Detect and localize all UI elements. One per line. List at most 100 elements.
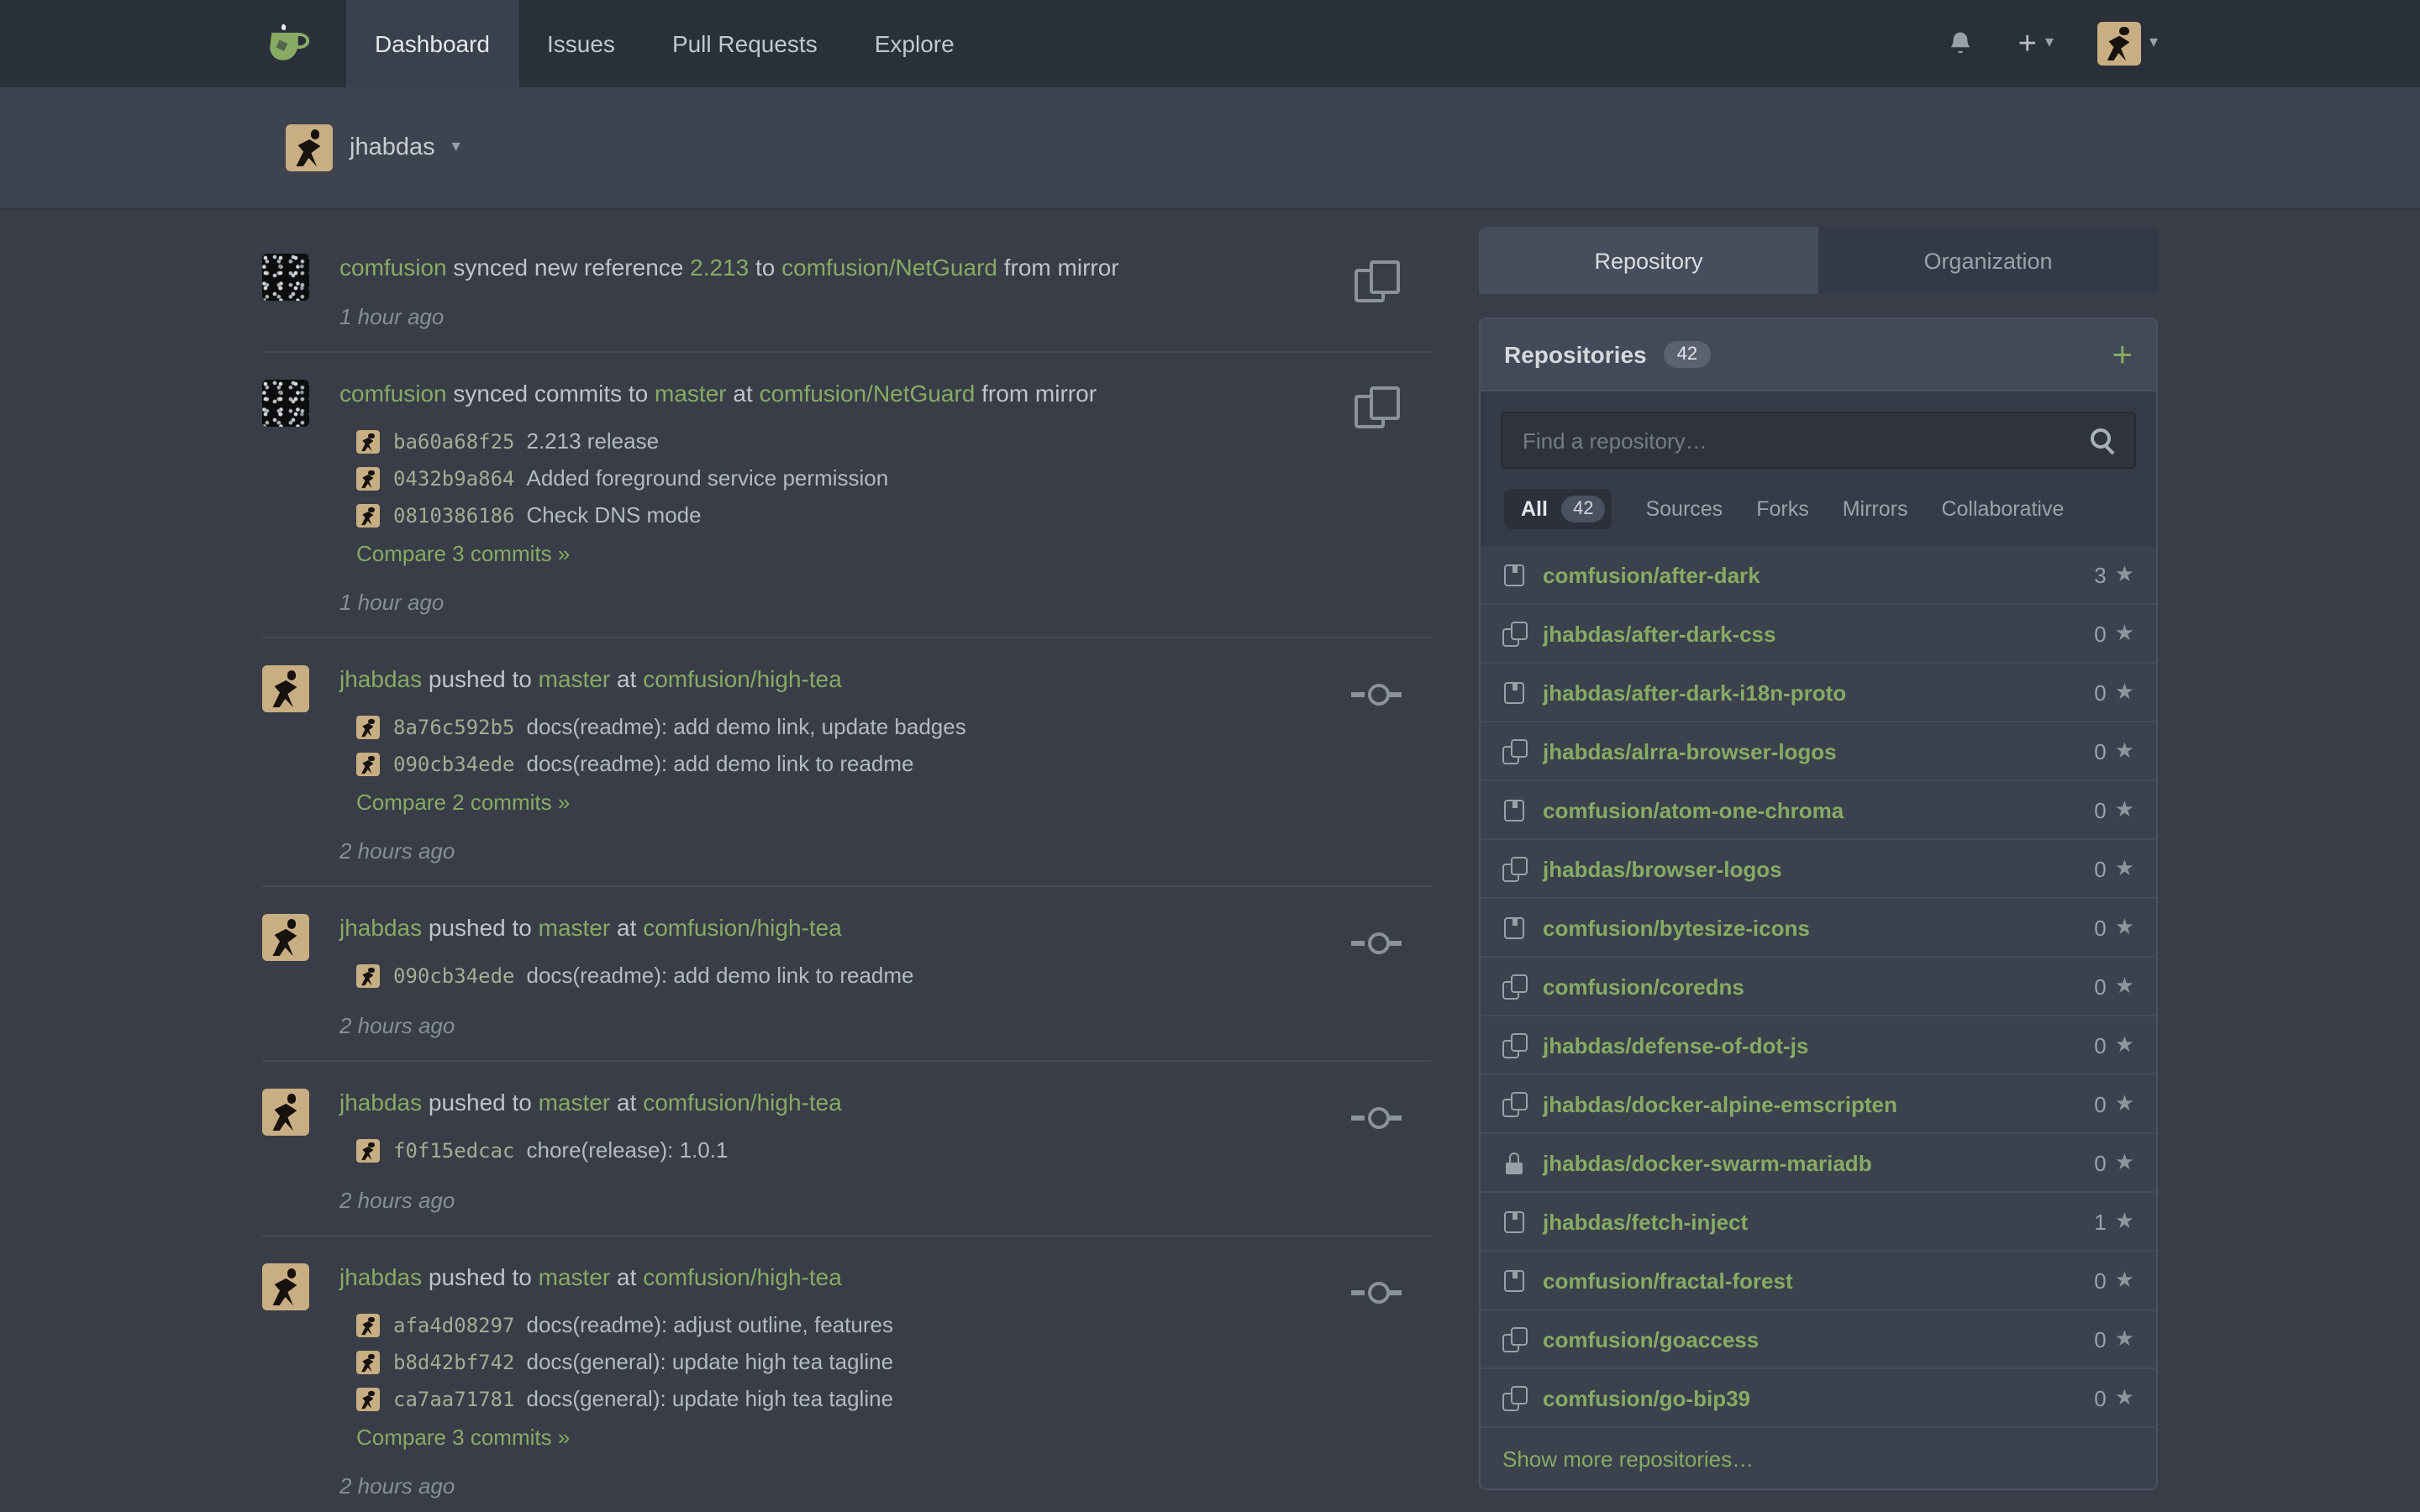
actor-link[interactable]: jhabdas (339, 1089, 422, 1116)
git-commit-icon (1351, 917, 1402, 968)
nav-item-issues[interactable]: Issues (518, 0, 644, 87)
repositories-header: Repositories 42 + (1481, 319, 2156, 391)
nav-item-explore[interactable]: Explore (846, 0, 983, 87)
repo-link[interactable]: comfusion/go-bip39 (1543, 1385, 1750, 1410)
actor-avatar[interactable] (262, 254, 309, 301)
context-switcher[interactable]: jhabdas ▾ (262, 87, 2158, 208)
commit-line: 0432b9a864 Added foreground service perm… (356, 462, 1331, 496)
star-number: 0 (2094, 1091, 2106, 1116)
compare-commits-link[interactable]: Compare 2 commits » (356, 790, 570, 815)
repo-row: comfusion/fractal-forest 0★ (1481, 1250, 2156, 1309)
mirror-repo-icon (1502, 738, 1528, 764)
feed-timestamp: 2 hours ago (339, 838, 1331, 864)
repo-link[interactable]: jhabdas/alrra-browser-logos (1543, 738, 1837, 764)
repo-link[interactable]: comfusion/high-tea (643, 665, 842, 692)
actor-link[interactable]: comfusion (339, 254, 447, 281)
commit-message: 2.213 release (527, 425, 660, 459)
branch-link[interactable]: master (539, 1089, 611, 1116)
feed-text: at (610, 1089, 643, 1116)
compare-commits-link[interactable]: Compare 3 commits » (356, 1425, 570, 1450)
new-repository-plus-icon[interactable]: + (2112, 337, 2133, 372)
actor-avatar[interactable] (262, 1263, 309, 1310)
create-new-button[interactable]: + ▾ (2018, 28, 2054, 60)
repo-link[interactable]: jhabdas/after-dark-css (1543, 621, 1776, 646)
commit-sha-link[interactable]: ca7aa71781 (393, 1383, 515, 1416)
repo-search-input[interactable] (1501, 412, 2136, 469)
repo-link[interactable]: comfusion/NetGuard (781, 254, 997, 281)
star-icon: ★ (2115, 1090, 2134, 1117)
repo-row: jhabdas/browser-logos 0★ (1481, 838, 2156, 897)
star-icon: ★ (2115, 679, 2134, 706)
repo-link[interactable]: jhabdas/browser-logos (1543, 856, 1782, 881)
notifications-bell-icon[interactable] (1946, 29, 1975, 58)
compare-commits-link[interactable]: Compare 3 commits » (356, 541, 570, 566)
branch-link[interactable]: master (539, 1263, 611, 1290)
repo-row: jhabdas/after-dark-css 0 ★ (1481, 603, 2156, 662)
actor-avatar[interactable] (262, 914, 309, 961)
filter-collaborative[interactable]: Collaborative (1941, 497, 2064, 521)
repo-link[interactable]: comfusion/NetGuard (760, 380, 976, 407)
repo-link[interactable]: comfusion/goaccess (1543, 1326, 1759, 1352)
repo-link[interactable]: jhabdas/defense-of-dot-js (1543, 1032, 1808, 1058)
commit-sha-link[interactable]: f0f15edcac (393, 1134, 515, 1168)
repo-link[interactable]: jhabdas/fetch-inject (1543, 1209, 1748, 1234)
commit-line: ca7aa71781 docs(general): update high te… (356, 1383, 1331, 1416)
repo-link[interactable]: comfusion/coredns (1543, 974, 1744, 999)
branch-link[interactable]: master (655, 380, 727, 407)
commit-sha-link[interactable]: 8a76c592b5 (393, 711, 515, 744)
repo-link[interactable]: comfusion/after-dark (1543, 562, 1760, 587)
actor-avatar[interactable] (262, 665, 309, 712)
star-count: 0★ (2094, 1267, 2134, 1294)
commit-avatar (356, 1351, 380, 1374)
actor-link[interactable]: jhabdas (339, 914, 422, 941)
actor-avatar[interactable] (262, 380, 309, 427)
branch-link[interactable]: master (539, 914, 611, 941)
actor-link[interactable]: jhabdas (339, 665, 422, 692)
nav-item-dashboard[interactable]: Dashboard (346, 0, 518, 87)
filter-forks[interactable]: Forks (1756, 497, 1809, 521)
repo-link[interactable]: comfusion/fractal-forest (1543, 1268, 1793, 1293)
gitea-logo-icon[interactable] (262, 18, 313, 69)
repo-link[interactable]: jhabdas/docker-swarm-mariadb (1543, 1150, 1872, 1175)
feed-text: at (610, 914, 643, 941)
commit-avatar (356, 716, 380, 739)
repo-search (1481, 391, 2156, 486)
repo-link[interactable]: comfusion/atom-one-chroma (1543, 797, 1844, 822)
user-menu-button[interactable]: ▾ (2097, 22, 2158, 66)
repo-link[interactable]: comfusion/high-tea (643, 914, 842, 941)
filter-mirrors[interactable]: Mirrors (1843, 497, 1908, 521)
nav-item-pull-requests[interactable]: Pull Requests (644, 0, 846, 87)
tab-repository[interactable]: Repository (1479, 227, 1818, 294)
ref-link[interactable]: 2.213 (690, 254, 749, 281)
commit-sha-link[interactable]: 0810386186 (393, 499, 515, 533)
commit-sha-link[interactable]: 0432b9a864 (393, 462, 515, 496)
commit-line: b8d42bf742 docs(general): update high te… (356, 1346, 1331, 1379)
repo-link[interactable]: comfusion/high-tea (643, 1089, 842, 1116)
star-count: 0★ (2094, 914, 2134, 941)
actor-avatar[interactable] (262, 1089, 309, 1136)
branch-link[interactable]: master (539, 665, 611, 692)
star-count: 0★ (2094, 1090, 2134, 1117)
filter-sources[interactable]: Sources (1645, 497, 1723, 521)
tab-organization[interactable]: Organization (1818, 227, 2158, 294)
commit-sha-link[interactable]: 090cb34ede (393, 959, 515, 993)
commit-line: ba60a68f25 2.213 release (356, 425, 1331, 459)
chevron-down-icon: ▾ (452, 139, 460, 156)
star-icon: ★ (2115, 620, 2134, 647)
actor-link[interactable]: jhabdas (339, 1263, 422, 1290)
commit-sha-link[interactable]: 090cb34ede (393, 748, 515, 781)
repo-link[interactable]: comfusion/high-tea (643, 1263, 842, 1290)
commit-sha-link[interactable]: ba60a68f25 (393, 425, 515, 459)
repo-link[interactable]: jhabdas/docker-alpine-emscripten (1543, 1091, 1897, 1116)
star-number: 0 (2094, 621, 2106, 646)
show-more-repositories-link[interactable]: Show more repositories… (1481, 1426, 2156, 1488)
repo-link[interactable]: comfusion/bytesize-icons (1543, 915, 1810, 940)
actor-link[interactable]: comfusion (339, 380, 447, 407)
context-avatar (286, 124, 333, 171)
commit-avatar (356, 1314, 380, 1337)
commit-sha-link[interactable]: b8d42bf742 (393, 1346, 515, 1379)
repo-row: jhabdas/after-dark-i18n-proto 0★ (1481, 662, 2156, 721)
repo-link[interactable]: jhabdas/after-dark-i18n-proto (1543, 680, 1846, 705)
filter-all[interactable]: All 42 (1504, 489, 1612, 529)
commit-sha-link[interactable]: afa4d08297 (393, 1309, 515, 1342)
